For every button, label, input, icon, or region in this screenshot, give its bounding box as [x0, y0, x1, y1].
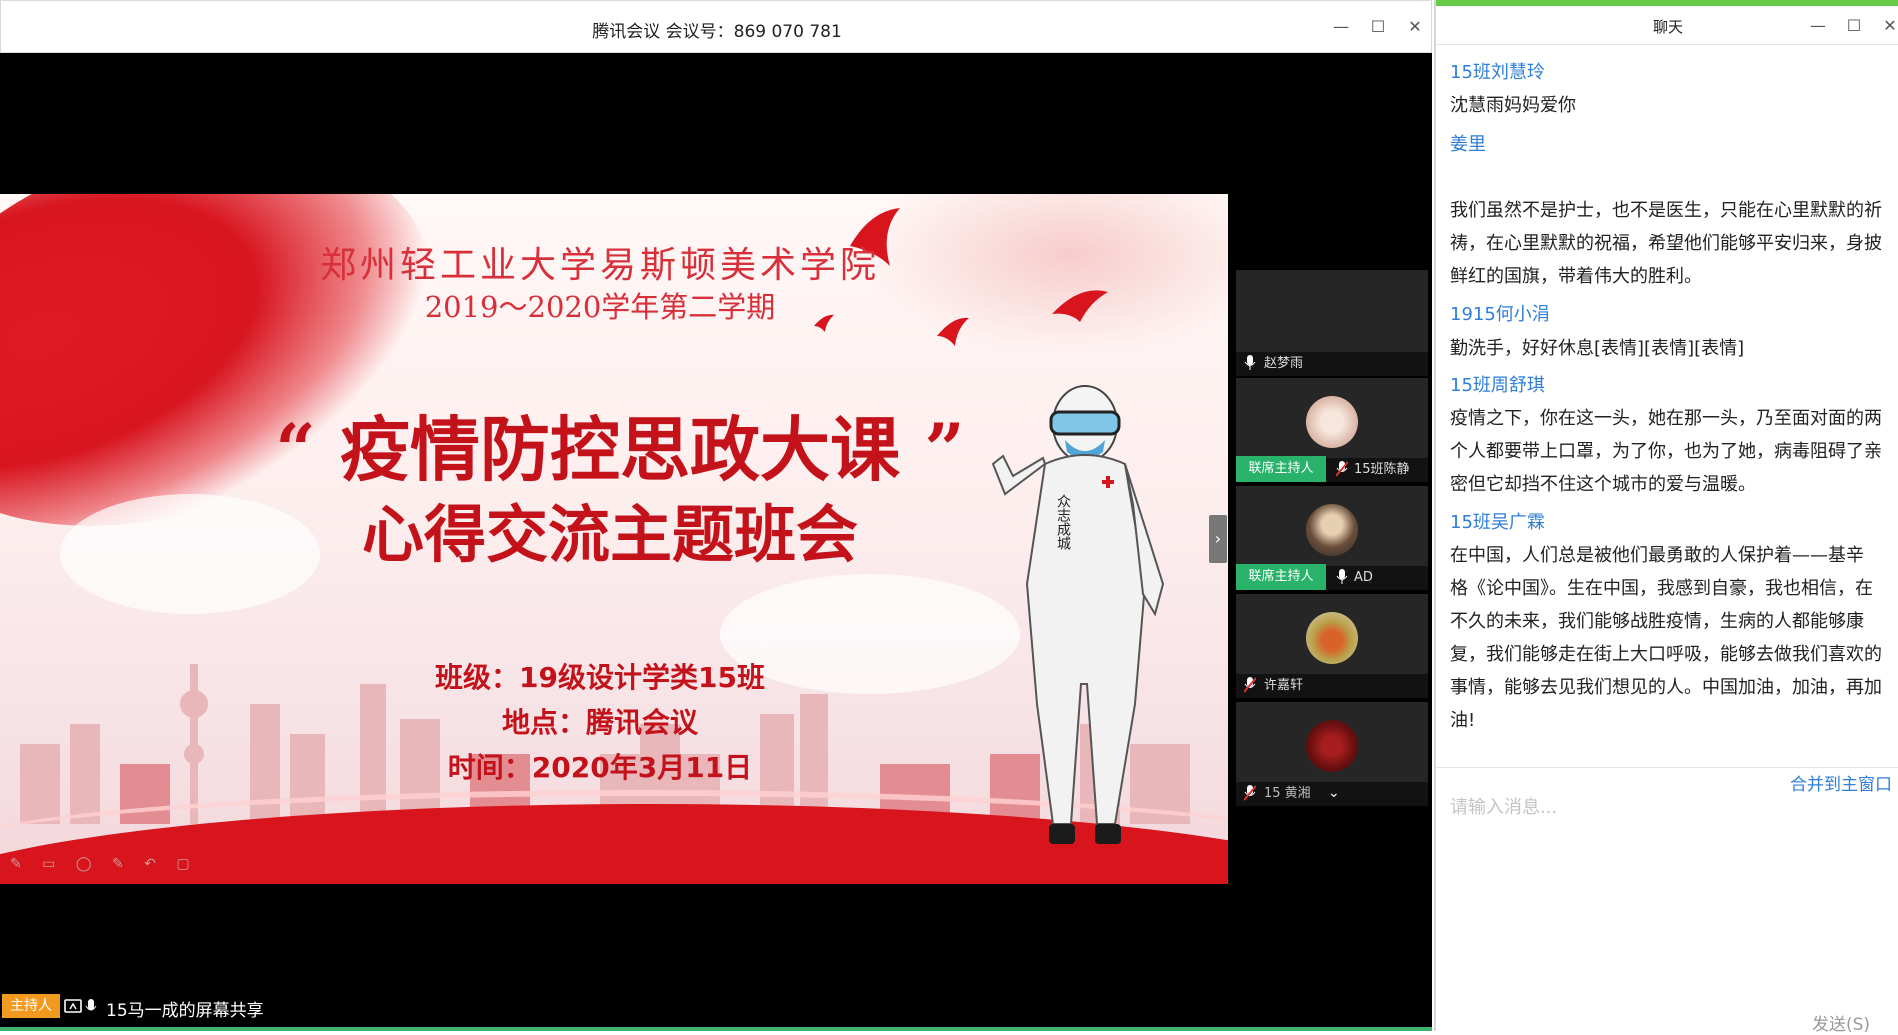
microphone-icon — [1244, 355, 1256, 370]
status-strip — [0, 1027, 1432, 1031]
microphone-icon — [1336, 569, 1348, 584]
chat-close-button[interactable]: ✕ — [1878, 14, 1898, 38]
meeting-title: 腾讯会议 会议号：869 070 781 — [592, 22, 842, 42]
message-sender: 15班周舒琪 — [1450, 375, 1545, 396]
svg-text:众志成城: 众志成城 — [1055, 494, 1071, 551]
chat-message-input[interactable] — [1450, 792, 1880, 822]
message-sender: 15班吴广霖 — [1450, 512, 1545, 533]
participant-name: 赵梦雨 — [1264, 356, 1304, 371]
chat-accent-bar — [1436, 0, 1898, 6]
participant-tile[interactable]: 联席主持人 15班陈静 — [1236, 378, 1428, 482]
participant-tile[interactable]: 赵梦雨 — [1236, 270, 1428, 376]
avatar — [1306, 612, 1358, 664]
message-text: 我们虽然不是护士，也不是医生，只能在心里默默的祈 — [1450, 200, 1882, 221]
cohost-badge: 联席主持人 — [1236, 564, 1326, 590]
message-text: 勤洗手，好好休息[表情][表情][表情] — [1450, 338, 1745, 359]
message-text: 疫情之下，你在这一头，她在那一头，乃至面对面的两 — [1450, 408, 1882, 429]
avatar — [1306, 720, 1358, 772]
microphone-muted-icon — [1244, 785, 1256, 801]
message-sender: 姜里 — [1450, 134, 1486, 155]
participant-tile[interactable]: 联席主持人 AD — [1236, 486, 1428, 590]
host-badge: 主持人 — [2, 994, 60, 1018]
participant-name: 15 黄湘 — [1264, 786, 1311, 801]
message-text: 祷，在心里默默的祝福，希望他们能够平安归来，身披 — [1450, 233, 1882, 254]
participant-name: 15班陈静 — [1354, 462, 1410, 477]
participant-name: 许嘉轩 — [1264, 678, 1304, 693]
chat-window: 聊天 — ☐ ✕ 15班刘慧玲 沈慧雨妈妈爱你 姜里 我们虽然不是护士，也不是医… — [1434, 0, 1898, 1035]
message-text: 事情，能够去见我们想见的人。中国加油，加油，再加 — [1450, 677, 1882, 698]
divider — [1436, 767, 1898, 768]
microphone-muted-icon — [1244, 677, 1256, 693]
message-text: 在中国，人们总是被他们最勇敢的人保护着——基辛 — [1450, 545, 1864, 566]
message-text: 沈慧雨妈妈爱你 — [1450, 95, 1576, 116]
send-button[interactable]: 发送(S) — [1812, 1010, 1870, 1035]
meeting-window: 腾讯会议 会议号：869 070 781 — ☐ ✕ 郑州轻工业大学易斯顿美术学… — [0, 0, 1432, 1031]
screen-share-status: 15马一成的屏幕共享 — [106, 1001, 264, 1021]
annotation-toolbar[interactable]: ✎ ▭ ◯ ✎ ↶ ▢ — [10, 856, 198, 872]
participant-tile[interactable]: 许嘉轩 — [1236, 594, 1428, 698]
divider — [1436, 44, 1898, 45]
participant-name: AD — [1354, 570, 1373, 585]
slide-place-info: 地点：腾讯会议 — [501, 706, 698, 739]
slide-term: 2019～2020学年第二学期 — [424, 290, 776, 324]
chat-minimize-button[interactable]: — — [1806, 14, 1830, 38]
bird-icon — [937, 317, 969, 346]
slide-school-name: 郑州轻工业大学易斯顿美术学院 — [319, 245, 880, 286]
slide-topic-title: “ 疫情防控思政大课 ” — [275, 408, 965, 491]
cohost-badge: 联席主持人 — [1236, 456, 1326, 482]
collapse-panel-button[interactable]: › — [1209, 515, 1227, 563]
message-sender: 15班刘慧玲 — [1450, 62, 1545, 83]
screen-share-icon — [64, 999, 97, 1013]
close-button[interactable]: ✕ — [1403, 15, 1427, 39]
message-text: 密但它却挡不住这个城市的爱与温暖。 — [1450, 474, 1756, 495]
meeting-titlebar: 腾讯会议 会议号：869 070 781 — ☐ ✕ — [0, 0, 1432, 53]
chevron-down-icon[interactable]: ⌄ — [1328, 785, 1340, 801]
message-text: 个人都要带上口罩，为了你，也为了她，病毒阻碍了亲 — [1450, 441, 1882, 462]
avatar — [1306, 504, 1358, 556]
avatar — [1306, 396, 1358, 448]
bird-icon — [1052, 290, 1108, 322]
message-text: 复，我们能够走在街上大口呼吸，能够去做我们喜欢的 — [1450, 644, 1882, 665]
message-text: 格《论中国》。生在中国，我感到自豪，我也相信，在 — [1450, 578, 1873, 599]
slide-time-info: 时间：2020年3月11日 — [447, 751, 753, 784]
minimize-button[interactable]: — — [1329, 15, 1353, 39]
microphone-muted-icon — [1336, 461, 1348, 477]
slide-topic-subtitle: 心得交流主题班会 — [361, 498, 858, 571]
chat-maximize-button[interactable]: ☐ — [1842, 14, 1866, 38]
shared-screen: 郑州轻工业大学易斯顿美术学院 2019～2020学年第二学期 “ 疫情防控思政大… — [0, 194, 1228, 884]
maximize-button[interactable]: ☐ — [1366, 15, 1390, 39]
medical-worker-illustration: 众志成城 — [991, 385, 1165, 844]
participant-tile[interactable]: 15 黄湘 ⌄ — [1236, 702, 1428, 806]
message-text: 不久的未来，我们能够战胜疫情，生病的人都能够康 — [1450, 611, 1864, 632]
slide-class-info: 班级：19级设计学类15班 — [435, 661, 765, 694]
message-text: 油! — [1450, 710, 1476, 731]
message-text: 鲜红的国旗，带着伟大的胜利。 — [1450, 266, 1702, 287]
message-sender: 1915何小涓 — [1450, 304, 1550, 325]
